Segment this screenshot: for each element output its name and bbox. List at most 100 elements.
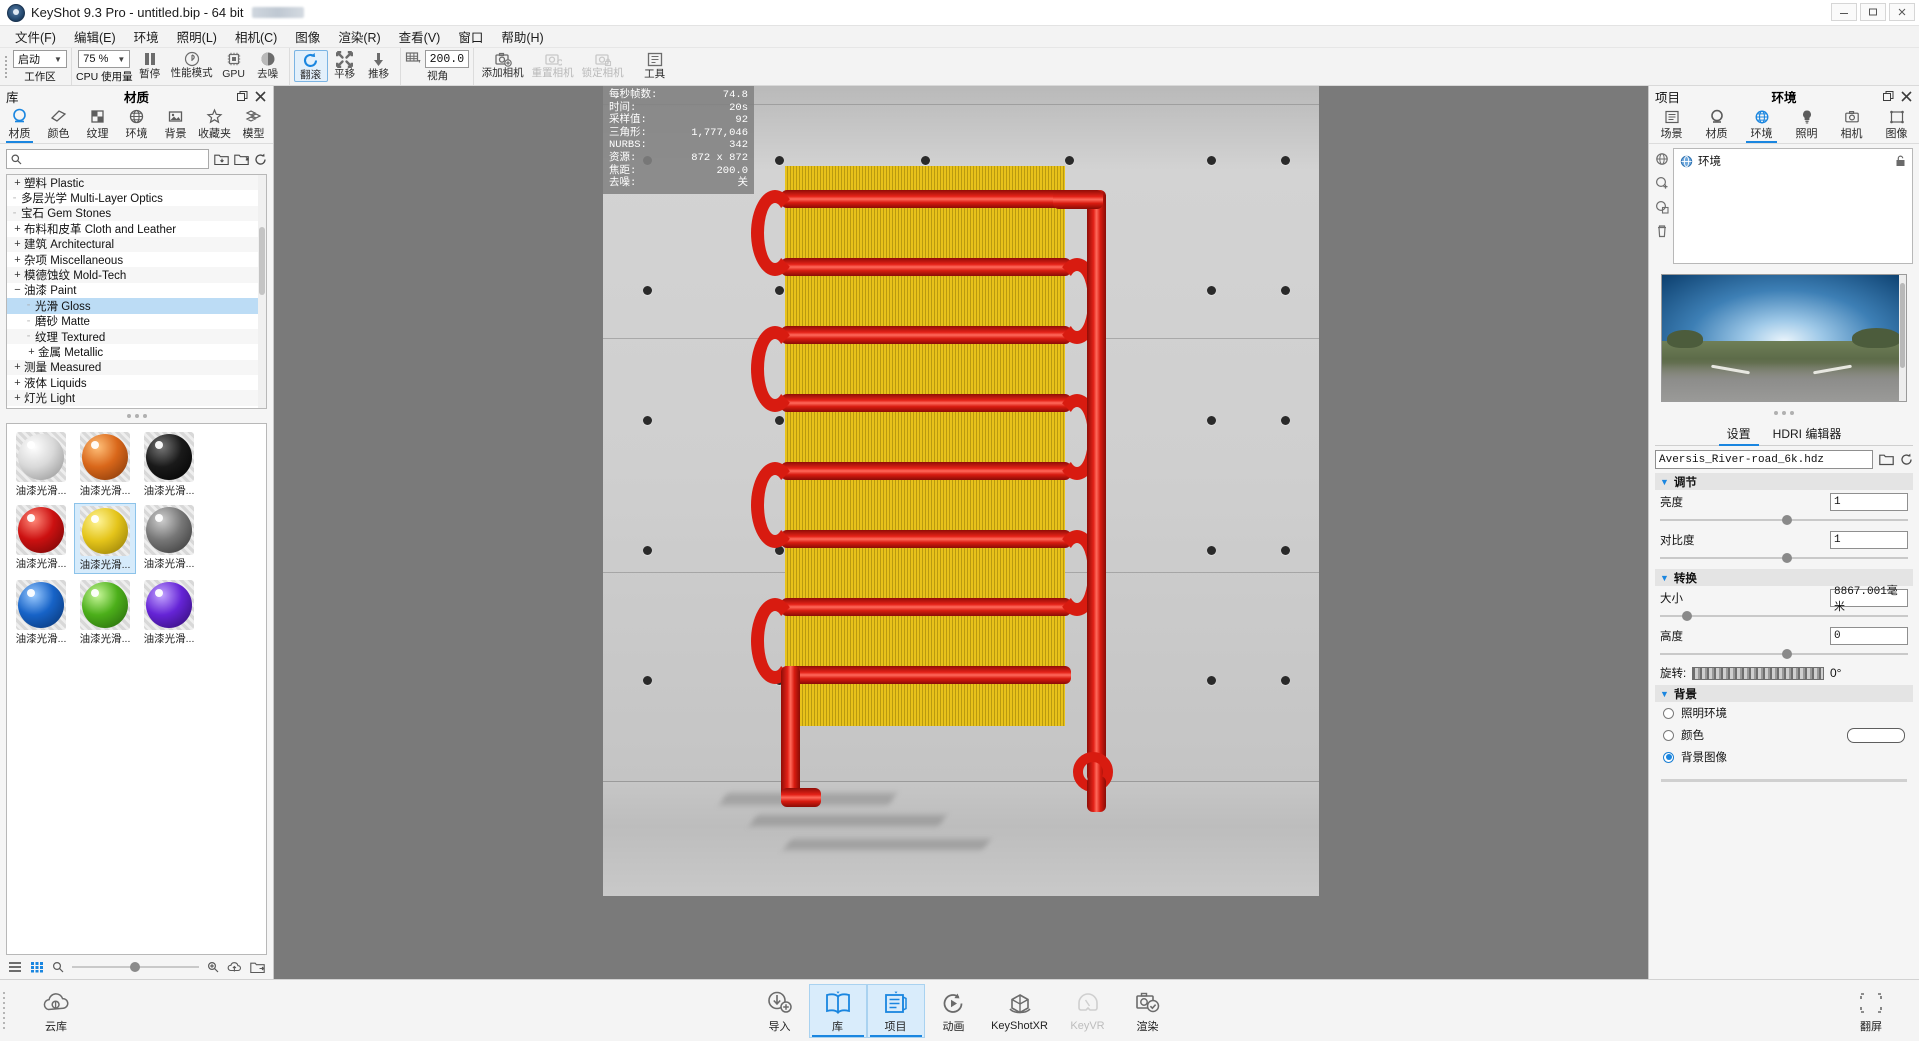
tree-row[interactable]: + 建筑 Architectural — [7, 236, 266, 252]
tree-row[interactable]: ╴ 多层光学 Multi-Layer Optics — [7, 190, 266, 206]
material-item[interactable]: 油漆光滑... — [138, 503, 200, 574]
tree-expander[interactable]: − — [11, 284, 24, 296]
library-tab-models[interactable]: 模型 — [234, 106, 273, 143]
radio-button-selected[interactable] — [1663, 751, 1674, 763]
tree-expander[interactable]: + — [11, 377, 24, 389]
refresh-icon[interactable] — [1900, 453, 1913, 466]
project-tab-material[interactable]: 材质 — [1694, 106, 1739, 143]
tree-row[interactable]: + 布料和皮革 Cloth and Leather — [7, 221, 266, 236]
material-item[interactable]: 油漆光滑... — [10, 430, 72, 499]
panel-bottom-slider[interactable] — [1661, 774, 1907, 786]
tab-hdri-editor[interactable]: HDRI 编辑器 — [1773, 425, 1842, 445]
tree-expander[interactable]: + — [11, 269, 24, 281]
lock-icon[interactable] — [1895, 155, 1906, 167]
render-image[interactable]: 每秒帧数: 74.8 时间: 20s 采样值: 92 三角形: 1,777,046 NU… — [603, 86, 1319, 896]
render-viewport[interactable]: 每秒帧数: 74.8 时间: 20s 采样值: 92 三角形: 1,777,046 NU… — [274, 86, 1648, 979]
brightness-input[interactable]: 1 — [1830, 493, 1908, 511]
environment-duplicate-icon[interactable] — [1655, 200, 1669, 214]
material-item[interactable]: 油漆光滑... — [138, 578, 200, 647]
project-tab-lighting[interactable]: 照明 — [1784, 106, 1829, 143]
fov-grid-icon[interactable] — [405, 50, 421, 68]
bottom-toolbar-grip[interactable] — [0, 986, 8, 1036]
tree-row[interactable]: + 模德蚀纹 Mold-Tech — [7, 267, 266, 283]
radio-button[interactable] — [1663, 729, 1674, 741]
tree-expander[interactable]: + — [11, 254, 24, 266]
size-slider[interactable] — [1660, 609, 1908, 623]
material-item[interactable]: 油漆光滑... — [10, 503, 72, 574]
tree-row[interactable]: + 塑料 Plastic — [7, 175, 266, 191]
section-adjust-header[interactable]: ▼ 调节 — [1655, 473, 1913, 490]
fov-input[interactable]: 200.0 — [424, 50, 469, 68]
menu-view[interactable]: 查看(V) — [390, 25, 450, 48]
gpu-button[interactable]: GPU — [217, 50, 251, 80]
pause-button[interactable]: 暂停 — [133, 50, 167, 80]
material-item[interactable]: 油漆光滑... — [74, 430, 136, 499]
folder-open-icon[interactable] — [1879, 453, 1894, 466]
zoom-in-icon[interactable] — [207, 961, 219, 973]
toolbar-grip[interactable] — [2, 48, 9, 85]
tree-row[interactable]: − 油漆 Paint — [7, 283, 266, 298]
close-button[interactable] — [1889, 3, 1915, 21]
zoom-out-icon[interactable] — [52, 961, 64, 973]
tree-expander[interactable]: + — [25, 346, 38, 358]
grid-view-icon[interactable] — [30, 961, 44, 973]
restore-icon[interactable] — [1883, 90, 1894, 102]
project-tab-camera[interactable]: 相机 — [1829, 106, 1874, 143]
search-box[interactable] — [6, 149, 209, 169]
trash-icon[interactable] — [1655, 224, 1669, 238]
project-button[interactable]: 项目 — [866, 983, 925, 1038]
search-input[interactable] — [26, 153, 204, 165]
project-tab-environment[interactable]: 环境 — [1739, 106, 1784, 143]
add-camera-button[interactable]: 添加相机 — [478, 50, 528, 78]
folder-import-icon[interactable] — [214, 153, 229, 166]
material-thumbnail-grid[interactable]: 油漆光滑... 油漆光滑... 油漆光滑... 油漆光滑... 油漆光滑... — [6, 423, 267, 955]
material-item[interactable]: 油漆光滑... — [74, 578, 136, 647]
folder-open-icon[interactable] — [234, 153, 249, 166]
environment-list[interactable]: 环境 — [1673, 148, 1913, 264]
material-item[interactable]: 油漆光滑... — [138, 430, 200, 499]
hdri-preview-scrollbar[interactable] — [1899, 275, 1906, 401]
hdri-file-input[interactable]: Aversis_River-road_6k.hdz — [1655, 450, 1873, 469]
minimize-button[interactable] — [1831, 3, 1857, 21]
project-tab-scene[interactable]: 场景 — [1649, 106, 1694, 143]
list-view-icon[interactable] — [8, 961, 22, 973]
keyshotxr-button[interactable]: KeyShotXR — [983, 984, 1057, 1038]
tree-expander[interactable]: + — [11, 238, 24, 250]
panel-splitter-handle[interactable] — [0, 409, 273, 423]
keyvr-button[interactable]: KeyVR — [1057, 984, 1119, 1038]
fullscreen-button[interactable]: 翻屏 — [1842, 984, 1900, 1038]
background-option-backplate[interactable]: 背景图像 — [1655, 746, 1913, 768]
size-input[interactable]: 8867.001毫米 — [1830, 586, 1908, 614]
tree-expander[interactable]: + — [11, 361, 24, 373]
tools-button[interactable]: 工具 — [638, 50, 672, 80]
tree-row[interactable]: + 金属 Metallic — [7, 344, 266, 359]
lock-camera-button[interactable]: 锁定相机 — [578, 50, 628, 78]
background-color-swatch[interactable] — [1847, 727, 1905, 743]
tree-row[interactable]: ╴ 宝石 Gem Stones — [7, 205, 266, 222]
hdri-preview[interactable] — [1661, 274, 1907, 402]
import-button[interactable]: 导入 — [751, 984, 809, 1038]
tumble-button[interactable]: 翻滚 — [293, 50, 328, 82]
tree-row[interactable]: + 灯光 Light — [7, 390, 266, 406]
tree-row[interactable]: + 杂项 Miscellaneous — [7, 252, 266, 267]
menu-edit[interactable]: 编辑(E) — [65, 25, 125, 48]
denoise-button[interactable]: 去噪 — [251, 50, 285, 80]
material-category-tree[interactable]: + 塑料 Plastic ╴ 多层光学 Multi-Layer Optics ╴ 宝石… — [6, 174, 267, 409]
tree-expander[interactable]: + — [11, 223, 24, 235]
background-option-color[interactable]: 颜色 — [1655, 724, 1913, 746]
menu-file[interactable]: 文件(F) — [6, 25, 65, 48]
menu-camera[interactable]: 相机(C) — [226, 25, 286, 48]
menu-lighting[interactable]: 照明(L) — [168, 25, 226, 48]
library-tab-backgrounds[interactable]: 背景 — [156, 106, 195, 143]
tree-row[interactable]: + 测量 Measured — [7, 359, 266, 376]
library-tab-textures[interactable]: 纹理 — [78, 106, 117, 143]
library-tab-environments[interactable]: 环境 — [117, 106, 156, 143]
height-input[interactable]: 0 — [1830, 627, 1908, 645]
tree-row[interactable]: ╴ 纹理 Textured — [7, 328, 266, 345]
section-background-header[interactable]: ▼ 背景 — [1655, 685, 1913, 702]
rotation-dial[interactable] — [1692, 666, 1824, 680]
background-option-lighting-environment[interactable]: 照明环境 — [1655, 702, 1913, 724]
cloud-library-button[interactable]: 云库 — [27, 984, 85, 1038]
menu-image[interactable]: 图像 — [286, 25, 329, 48]
environment-globe-icon[interactable] — [1655, 152, 1669, 166]
